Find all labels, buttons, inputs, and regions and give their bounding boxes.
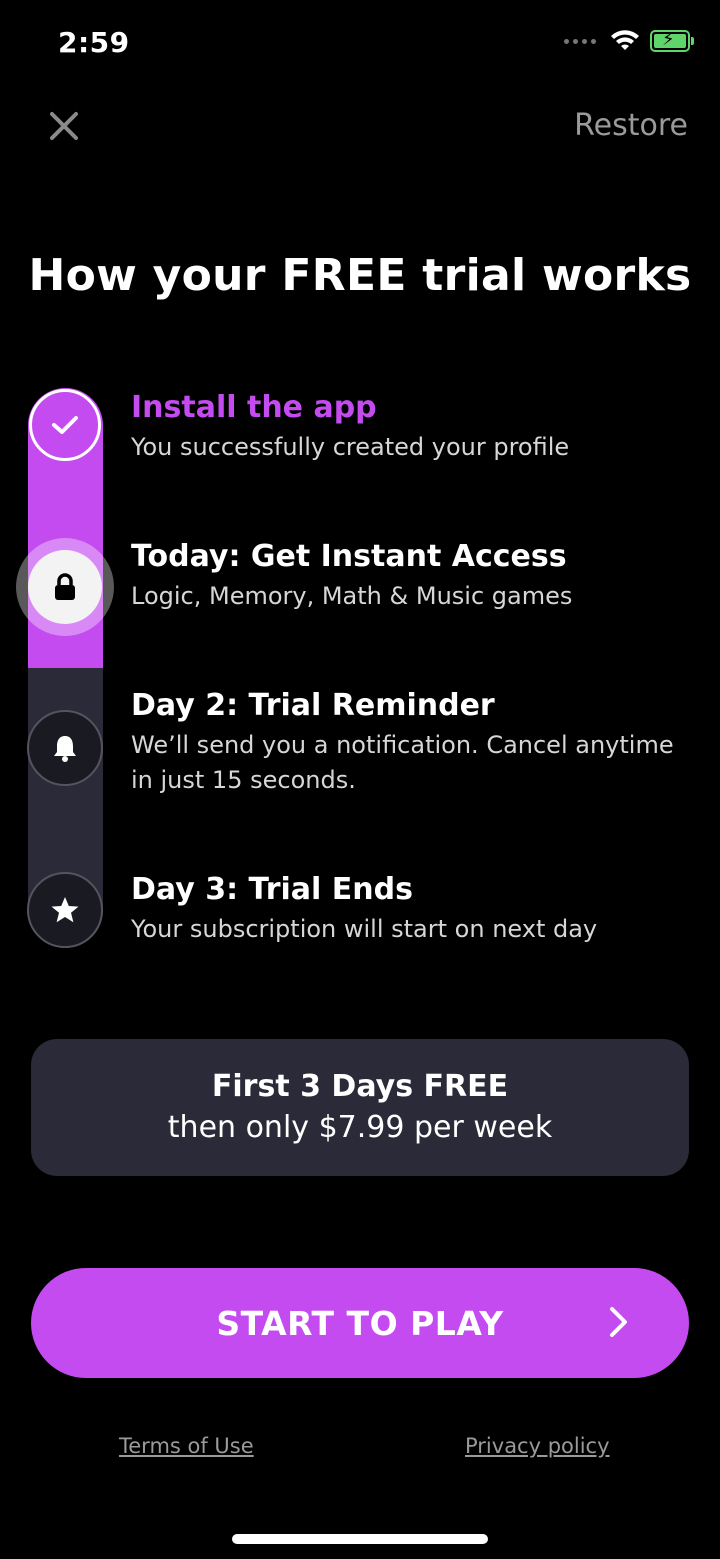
page-title: How your FREE trial works	[28, 250, 692, 301]
step-reminder-node	[27, 710, 103, 786]
checkmark-icon	[52, 416, 78, 434]
start-to-play-button[interactable]: START TO PLAY	[31, 1268, 689, 1378]
step-end-node	[27, 872, 103, 948]
step-title: Day 3: Trial Ends	[131, 872, 413, 907]
pricing-headline: First 3 Days FREE	[211, 1069, 509, 1104]
wifi-icon	[611, 30, 639, 50]
lock-icon	[55, 573, 75, 600]
step-description: Your subscription will start on next day	[131, 915, 598, 943]
step-description: You successfully created your profile	[131, 433, 570, 461]
signal-dots-icon	[564, 38, 596, 44]
star-icon	[51, 897, 79, 923]
step-description: Logic, Memory, Math & Music games	[131, 582, 573, 610]
restore-button[interactable]: Restore	[574, 108, 688, 143]
bell-icon	[54, 736, 76, 762]
battery-charging-icon: ⚡	[650, 29, 694, 52]
terms-of-use-link[interactable]: Terms of Use	[119, 1434, 254, 1458]
step-done-node	[29, 389, 101, 461]
home-indicator	[232, 1534, 488, 1544]
step-title: Install the app	[131, 390, 377, 425]
close-button[interactable]	[44, 104, 84, 148]
status-time: 2:59	[58, 26, 130, 59]
step-description: We’ll send you a notification. Cancel an…	[131, 731, 674, 794]
step-title: Day 2: Trial Reminder	[131, 688, 495, 723]
pricing-subline: then only $7.99 per week	[167, 1110, 553, 1145]
close-icon	[50, 112, 78, 140]
cta-label: START TO PLAY	[216, 1303, 504, 1343]
step-current-node	[28, 550, 102, 624]
step-title: Today: Get Instant Access	[131, 539, 567, 574]
status-icons: ⚡	[564, 29, 694, 52]
chevron-right-icon	[610, 1307, 627, 1337]
pricing-card: First 3 Days FREE then only $7.99 per we…	[31, 1039, 689, 1176]
privacy-policy-link[interactable]: Privacy policy	[465, 1434, 610, 1458]
